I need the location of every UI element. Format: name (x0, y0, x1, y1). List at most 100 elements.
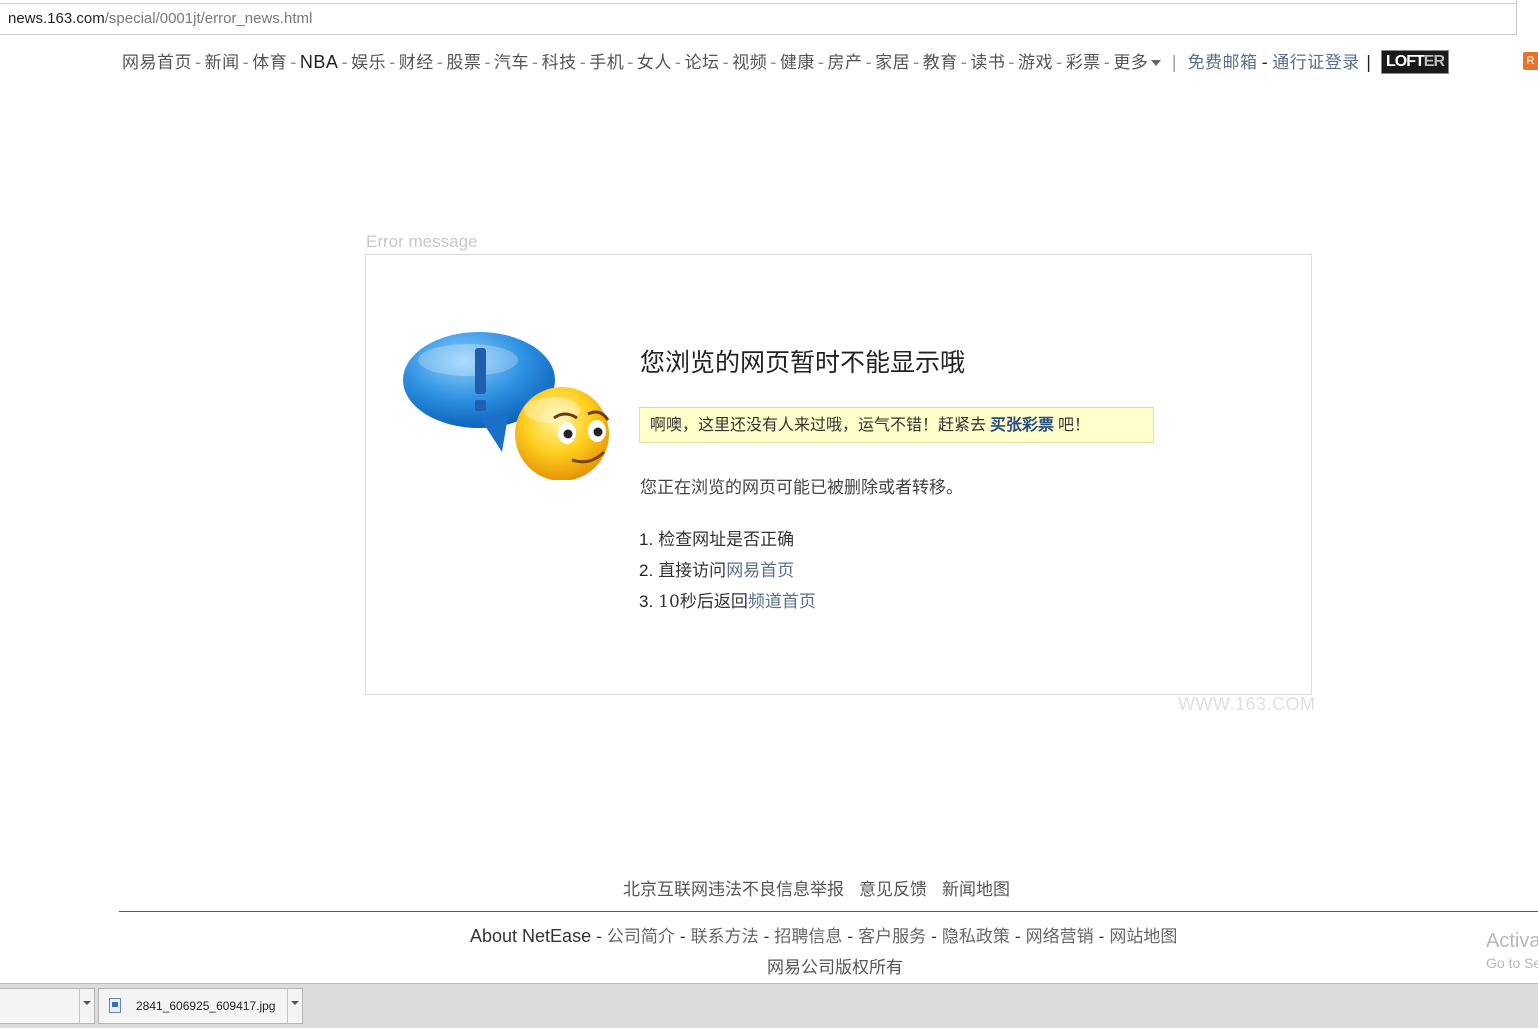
copyright-text: 网易公司版权所有 (767, 958, 903, 978)
footer-sep: - (847, 927, 854, 947)
nav-sep: - (722, 53, 730, 73)
report-link[interactable]: 北京互联网违法不良信息举报 (623, 880, 844, 900)
about-netease-link[interactable]: About NetEase (470, 926, 591, 946)
nav-item-mobile[interactable]: 手机 (589, 53, 624, 73)
tab-strip-edge (0, 0, 1516, 4)
site-watermark: WWW.163.COM (1178, 694, 1316, 714)
footer-links: 北京互联网违法不良信息举报 意见反馈 新闻地图 (623, 875, 1025, 900)
download-bar: 2841_606925_609417.jpg (0, 983, 1538, 1028)
download-name: 2841_606925_609417.jpg (136, 999, 276, 1013)
step-number: 1. (639, 530, 654, 549)
url-text[interactable]: news.163.com/special/0001jt/error_news.h… (8, 10, 312, 27)
footer-nav-item[interactable]: 招聘信息 (774, 927, 842, 947)
nav-item-house[interactable]: 房产 (827, 53, 862, 73)
footer-sep: - (1014, 927, 1021, 947)
feedback-link[interactable]: 意见反馈 (859, 880, 927, 900)
step-number: 2. (639, 561, 654, 580)
download-menu-button[interactable] (287, 989, 302, 1023)
download-item[interactable] (0, 988, 95, 1024)
nav-sep: - (436, 53, 444, 73)
nav-item-sports[interactable]: 体育 (252, 53, 287, 73)
lofter-logo[interactable]: LOFTER (1381, 50, 1449, 74)
footer-nav: About NetEase - 公司简介 - 联系方法 - 招聘信息 - 客户服务 - 隐私政策 - 网… (470, 922, 1177, 947)
nav-sep: - (674, 53, 682, 73)
nav-sep: - (913, 53, 920, 73)
nav-item-video[interactable]: 视频 (732, 53, 767, 73)
suggestion-list: 1. 检查网址是否正确 2. 直接访问网易首页 3. 10秒后返回频道首页 (639, 528, 816, 621)
nav-sep: - (770, 53, 777, 73)
nav-item-home-deco[interactable]: 家居 (875, 53, 910, 73)
nav-item-home[interactable]: 网易首页 (122, 53, 192, 73)
footer-nav-item[interactable]: 客户服务 (858, 927, 926, 947)
nav-item-edu[interactable]: 教育 (923, 53, 958, 73)
footer-sep: - (1098, 927, 1105, 947)
footer-nav-item[interactable]: 隐私政策 (942, 927, 1010, 947)
nav-item-game[interactable]: 游戏 (1018, 53, 1053, 73)
address-bar[interactable]: news.163.com/special/0001jt/error_news.h… (0, 0, 1517, 35)
lofter-text-a: LOFT (1386, 53, 1425, 70)
nav-sep: - (1103, 53, 1111, 73)
caret-down-icon (1151, 60, 1162, 66)
nav-item-stock[interactable]: 股票 (446, 53, 481, 73)
step-text: 10秒后返回 (658, 592, 748, 612)
footer-nav-item[interactable]: 网站地图 (1109, 927, 1177, 947)
nav-sep: - (341, 53, 349, 73)
footer-nav-item[interactable]: 联系方法 (691, 927, 759, 947)
footer-nav-item[interactable]: 公司简介 (607, 927, 675, 947)
nav-more-label: 更多 (1113, 53, 1149, 73)
nav-item-nba[interactable]: NBA (300, 52, 339, 72)
footer-sep: - (596, 927, 602, 947)
nav-item-lady[interactable]: 女人 (637, 53, 672, 73)
activate-line-1: Activa (1486, 930, 1538, 952)
footer-sep: - (763, 927, 770, 947)
activate-windows-watermark: Activa Go to Se (1486, 930, 1538, 971)
nav-sep: - (195, 53, 202, 73)
passport-login-link[interactable]: 通行证登录 (1272, 53, 1360, 73)
lottery-notice: 啊噢，这里还没有人来过哦，运气不错！赶紧去 买张彩票 吧！ (639, 407, 1154, 443)
nav-more-button[interactable]: 更多 (1113, 53, 1162, 73)
step-text: 检查网址是否正确 (658, 530, 795, 550)
nav-sep: - (290, 53, 297, 73)
nav-divider: | (1171, 53, 1178, 73)
notice-text: 啊噢，这里还没有人来过哦，运气不错！赶紧去 (650, 415, 987, 434)
free-mail-link[interactable]: 免费邮箱 (1188, 53, 1258, 73)
footer-sep: - (679, 927, 686, 947)
nav-sep: - (960, 53, 968, 73)
nav-item-ent[interactable]: 娱乐 (351, 53, 386, 73)
nav-sep: - (484, 53, 491, 73)
smiley-face-icon (515, 387, 610, 480)
top-nav: 网易首页 - 新闻 - 体育 - NBA - 娱乐 - 财经 - 股票 - 汽车 - 科技 - 手机 - 女人 - 论坛 - 视… (122, 48, 1372, 73)
nav-divider: | (1365, 53, 1372, 73)
error-description: 您正在浏览的网页可能已被删除或者转移。 (640, 478, 963, 498)
list-item: 2. 直接访问网易首页 (639, 559, 816, 590)
exclamation-smiley-illustration (403, 332, 610, 480)
nav-item-money[interactable]: 财经 (399, 53, 434, 73)
buy-lottery-link[interactable]: 买张彩票 (990, 415, 1054, 434)
nav-item-auto[interactable]: 汽车 (494, 53, 529, 73)
nav-item-health[interactable]: 健康 (780, 53, 815, 73)
activate-line-2: Go to Se (1486, 955, 1538, 971)
nav-sep: - (532, 53, 539, 73)
url-host: news.163.com (8, 10, 105, 27)
download-item[interactable]: 2841_606925_609417.jpg (98, 988, 303, 1024)
list-item: 3. 10秒后返回频道首页 (639, 590, 816, 621)
footer-nav-item[interactable]: 网络营销 (1026, 927, 1094, 947)
image-file-icon (109, 998, 121, 1013)
nav-sep: - (579, 53, 587, 73)
nav-item-tech[interactable]: 科技 (542, 53, 577, 73)
nav-item-bbs[interactable]: 论坛 (685, 53, 720, 73)
nav-item-news[interactable]: 新闻 (205, 53, 240, 73)
list-item: 1. 检查网址是否正确 (639, 528, 816, 559)
channel-home-link[interactable]: 频道首页 (748, 592, 816, 612)
step-text: 直接访问 (658, 561, 727, 581)
nav-sep: - (242, 53, 250, 73)
netease-home-link[interactable]: 网易首页 (726, 561, 794, 581)
nav-item-book[interactable]: 读书 (970, 53, 1005, 73)
news-map-link[interactable]: 新闻地图 (942, 880, 1010, 900)
download-menu-button[interactable] (79, 989, 94, 1023)
error-label: Error message (366, 232, 478, 251)
nav-sep: - (1056, 53, 1063, 73)
nav-item-lottery[interactable]: 彩票 (1066, 53, 1101, 73)
rss-icon[interactable]: R (1523, 52, 1538, 70)
nav-sep: - (389, 53, 396, 73)
